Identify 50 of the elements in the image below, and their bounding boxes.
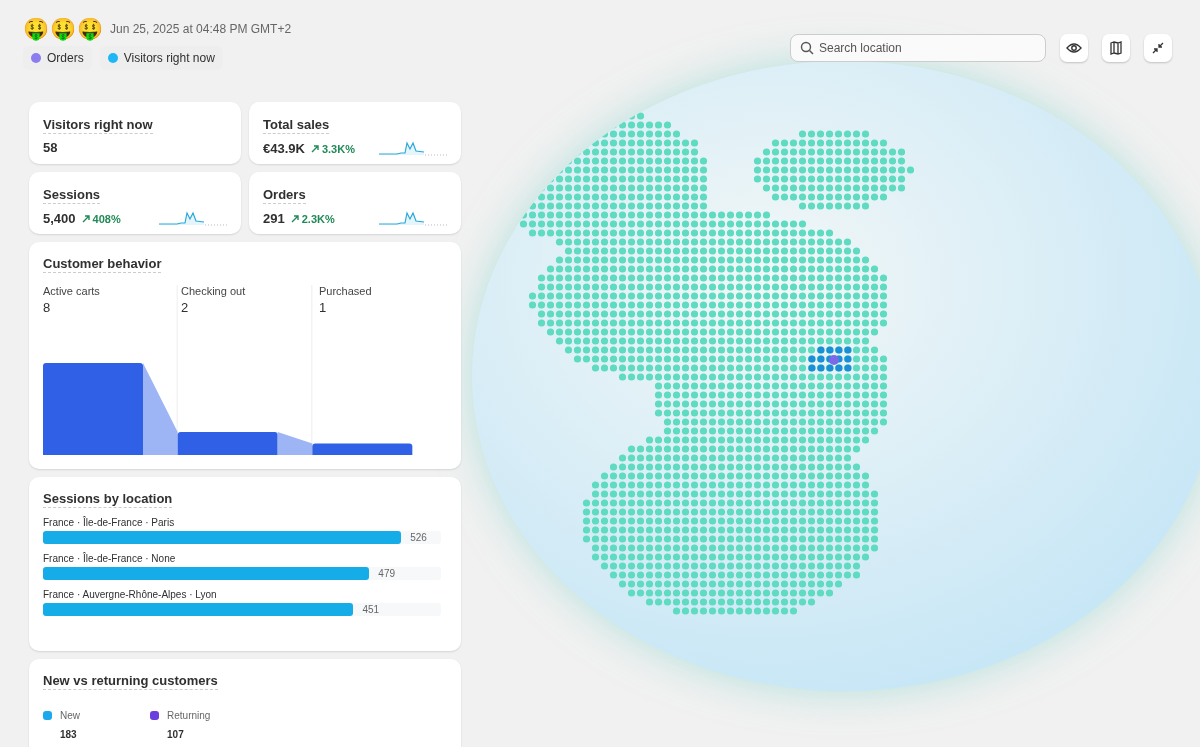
map-button[interactable] bbox=[1102, 34, 1130, 62]
step-label: Checking out bbox=[181, 285, 247, 297]
metric-value: 58 bbox=[43, 140, 58, 155]
legend-label: Returning bbox=[167, 710, 211, 721]
session-count: 451 bbox=[362, 604, 380, 615]
location-label: France · Île-de-France · None bbox=[43, 553, 177, 564]
change-label: 2.3K% bbox=[290, 212, 335, 225]
legend-label: New bbox=[60, 710, 80, 721]
metric-value: €43.9K bbox=[263, 141, 305, 156]
metric-card[interactable]: Visitors right now 58 bbox=[29, 102, 241, 164]
funnel-connector bbox=[277, 432, 313, 455]
trend-up-icon bbox=[81, 214, 90, 223]
step-value: 2 bbox=[181, 300, 190, 315]
metric-title: Total sales bbox=[263, 117, 330, 134]
trend-up-icon bbox=[310, 144, 319, 153]
trend-up-icon bbox=[290, 214, 299, 223]
location-label: France · Auvergne-Rhône-Alpes · Lyon bbox=[43, 589, 218, 600]
metric-card[interactable]: Total sales €43.9K 3.3K% bbox=[249, 102, 461, 164]
step-value: 1 bbox=[319, 300, 328, 315]
collapse-button[interactable] bbox=[1144, 34, 1172, 62]
metric-value: 5,400 bbox=[43, 211, 76, 226]
step-label: Purchased bbox=[319, 285, 373, 297]
metric-value: 291 bbox=[263, 211, 285, 226]
card-title: New vs returning customers bbox=[43, 673, 218, 690]
search-icon bbox=[800, 41, 814, 55]
metric-title: Orders bbox=[263, 187, 306, 204]
metric-card[interactable]: Orders 291 2.3K% bbox=[249, 172, 461, 234]
customer-count: 107 bbox=[167, 729, 185, 740]
step-value: 8 bbox=[43, 300, 52, 315]
collapse-icon bbox=[1152, 42, 1164, 54]
session-count: 479 bbox=[378, 568, 396, 579]
metric-title: Sessions bbox=[43, 187, 101, 204]
session-count: 526 bbox=[410, 532, 427, 543]
emoji-icon: 🤑 bbox=[77, 16, 103, 42]
change-label: 3.3K% bbox=[310, 142, 355, 155]
card-title: Sessions by location bbox=[43, 491, 173, 508]
card-title: Customer behavior bbox=[43, 256, 162, 273]
location-label: France · Île-de-France · Paris bbox=[43, 517, 176, 528]
customer-count: 183 bbox=[60, 729, 78, 740]
metric-card[interactable]: Sessions 5,400 408% bbox=[29, 172, 241, 234]
visibility-button[interactable] bbox=[1060, 34, 1088, 62]
change-label: 408% bbox=[81, 212, 121, 225]
timestamp: Jun 25, 2025 at 04:48 PM GMT+2 bbox=[110, 22, 292, 36]
emoji-icon: 🤑 bbox=[23, 16, 49, 42]
map-icon bbox=[1110, 41, 1122, 55]
emoji-icon: 🤑 bbox=[50, 16, 76, 42]
search-field[interactable]: Search location bbox=[790, 34, 1046, 62]
step-label: Active carts bbox=[43, 285, 101, 297]
metric-title: Visitors right now bbox=[43, 117, 153, 134]
eye-icon bbox=[1066, 42, 1082, 54]
